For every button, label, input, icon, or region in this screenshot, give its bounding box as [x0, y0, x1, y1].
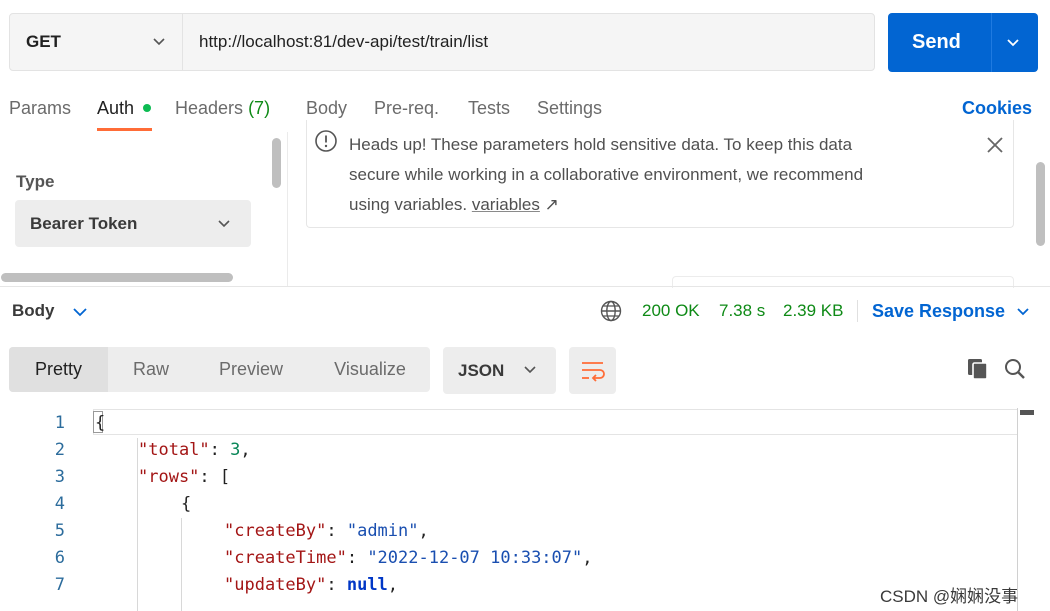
line-number: 7 — [54, 575, 65, 595]
view-mode-pretty[interactable]: Pretty — [9, 347, 108, 392]
tab-settings[interactable]: Settings — [537, 98, 602, 119]
json-key: "rows" — [138, 467, 200, 487]
alert-line-2: secure while working in a collaborative … — [349, 165, 864, 184]
send-divider — [991, 13, 992, 72]
search-icon[interactable] — [1003, 357, 1027, 381]
indent-guide — [137, 438, 138, 611]
response-time[interactable]: 7.38 s — [719, 301, 765, 321]
send-label: Send — [912, 31, 961, 53]
line-number: 4 — [54, 494, 65, 514]
code-line-6: "createTime": "2022-12-07 10:33:07", — [224, 548, 593, 568]
line-number: 3 — [54, 467, 65, 487]
format-value: JSON — [458, 361, 505, 380]
auth-sidebar-scrollbar[interactable] — [272, 138, 281, 188]
url-input[interactable]: http://localhost:81/dev-api/test/train/l… — [199, 32, 488, 52]
send-button[interactable]: Send — [888, 13, 1038, 72]
url-bar: GET http://localhost:81/dev-api/test/tra… — [9, 13, 875, 71]
json-brace: { — [181, 494, 192, 514]
auth-type-label: Type — [16, 172, 55, 191]
tab-params[interactable]: Params — [9, 98, 71, 119]
pane-splitter[interactable] — [0, 286, 1050, 287]
active-tab-underline — [97, 128, 152, 131]
json-brace: { — [95, 413, 106, 433]
alert-text: Heads up! These parameters hold sensitiv… — [349, 130, 863, 220]
editor-scrollbar[interactable] — [1020, 410, 1034, 415]
indent-guide — [181, 518, 182, 611]
chevron-down-icon — [218, 220, 230, 228]
view-mode-visualize[interactable]: Visualize — [320, 347, 420, 392]
auth-panel-divider — [287, 132, 288, 286]
line-number: 2 — [54, 440, 65, 460]
globe-icon[interactable] — [600, 300, 622, 322]
info-icon — [315, 130, 337, 152]
save-response-button[interactable]: Save Response — [872, 301, 1005, 322]
json-number: 3 — [230, 440, 241, 460]
alert-line-3: using variables. variables ↗ — [349, 190, 863, 220]
editor-ruler — [1017, 408, 1018, 611]
code-line-4: { — [181, 494, 191, 514]
tab-headers-label: Headers — [175, 98, 244, 118]
line-number: 1 — [54, 413, 65, 433]
watermark: CSDN @娴娴没事 — [880, 587, 1019, 606]
json-string: "2022-12-07 10:33:07" — [367, 548, 583, 568]
response-body-editor[interactable]: 1 2 3 4 5 6 7 { "total": 3, "rows": [ { … — [0, 408, 1050, 611]
code-line-3: "rows": [ — [138, 467, 231, 487]
external-link-icon: ↗ — [544, 195, 559, 214]
json-null: null — [346, 575, 388, 595]
auth-type-select[interactable]: Bearer Token — [15, 200, 251, 247]
json-key: "total" — [138, 440, 210, 460]
line-number: 6 — [54, 548, 65, 568]
tab-auth[interactable]: Auth — [97, 98, 134, 119]
chevron-down-icon[interactable] — [1006, 36, 1020, 50]
variables-link[interactable]: variables — [472, 195, 540, 214]
response-size[interactable]: 2.39 KB — [783, 301, 844, 321]
wrap-lines-button[interactable] — [569, 347, 616, 394]
code-line-5: "createBy": "admin", — [224, 521, 429, 541]
method-label: GET — [26, 32, 61, 51]
code-line-2: "total": 3, — [138, 440, 251, 460]
format-select[interactable]: JSON — [443, 347, 556, 394]
method-select[interactable]: GET — [10, 14, 183, 70]
json-key: "updateBy" — [224, 575, 327, 595]
auth-status-dot — [143, 104, 151, 112]
copy-icon[interactable] — [966, 357, 990, 381]
alert-line-3-prefix: using variables. — [349, 195, 472, 214]
tab-tests[interactable]: Tests — [468, 98, 510, 119]
line-number: 5 — [54, 521, 65, 541]
wrap-lines-icon — [582, 362, 605, 382]
json-key: "createTime" — [224, 548, 347, 568]
chevron-down-icon[interactable] — [1016, 305, 1030, 319]
active-line-highlight — [93, 409, 1018, 435]
json-string: "admin" — [346, 521, 419, 541]
view-mode-preview[interactable]: Preview — [201, 347, 301, 392]
chevron-down-icon — [524, 366, 536, 374]
json-bracket: [ — [219, 467, 231, 487]
view-mode-raw[interactable]: Raw — [112, 347, 190, 392]
chevron-down-icon[interactable] — [72, 305, 88, 319]
response-section-label[interactable]: Body — [12, 301, 55, 321]
cookies-link[interactable]: Cookies — [962, 98, 1032, 119]
chevron-down-icon — [153, 38, 165, 46]
headers-count: (7) — [248, 98, 271, 118]
code-line-1: { — [95, 413, 105, 433]
auth-content-scrollbar[interactable] — [1036, 162, 1045, 246]
code-line-7: "updateBy": null, — [224, 575, 399, 595]
tab-body[interactable]: Body — [306, 98, 347, 119]
auth-type-value: Bearer Token — [30, 214, 138, 233]
alert-line-1: Heads up! These parameters hold sensitiv… — [349, 135, 853, 154]
auth-sidebar-hscrollbar[interactable] — [1, 273, 233, 282]
tab-pre-request[interactable]: Pre-req. — [374, 98, 439, 119]
status-code[interactable]: 200 OK — [642, 301, 700, 321]
json-key: "createBy" — [224, 521, 327, 541]
view-mode-tabs: Pretty Raw Preview Visualize — [9, 347, 430, 392]
close-icon[interactable] — [985, 135, 1005, 155]
tab-headers[interactable]: Headers (7) — [175, 98, 270, 119]
toolbar-separator — [857, 300, 858, 322]
